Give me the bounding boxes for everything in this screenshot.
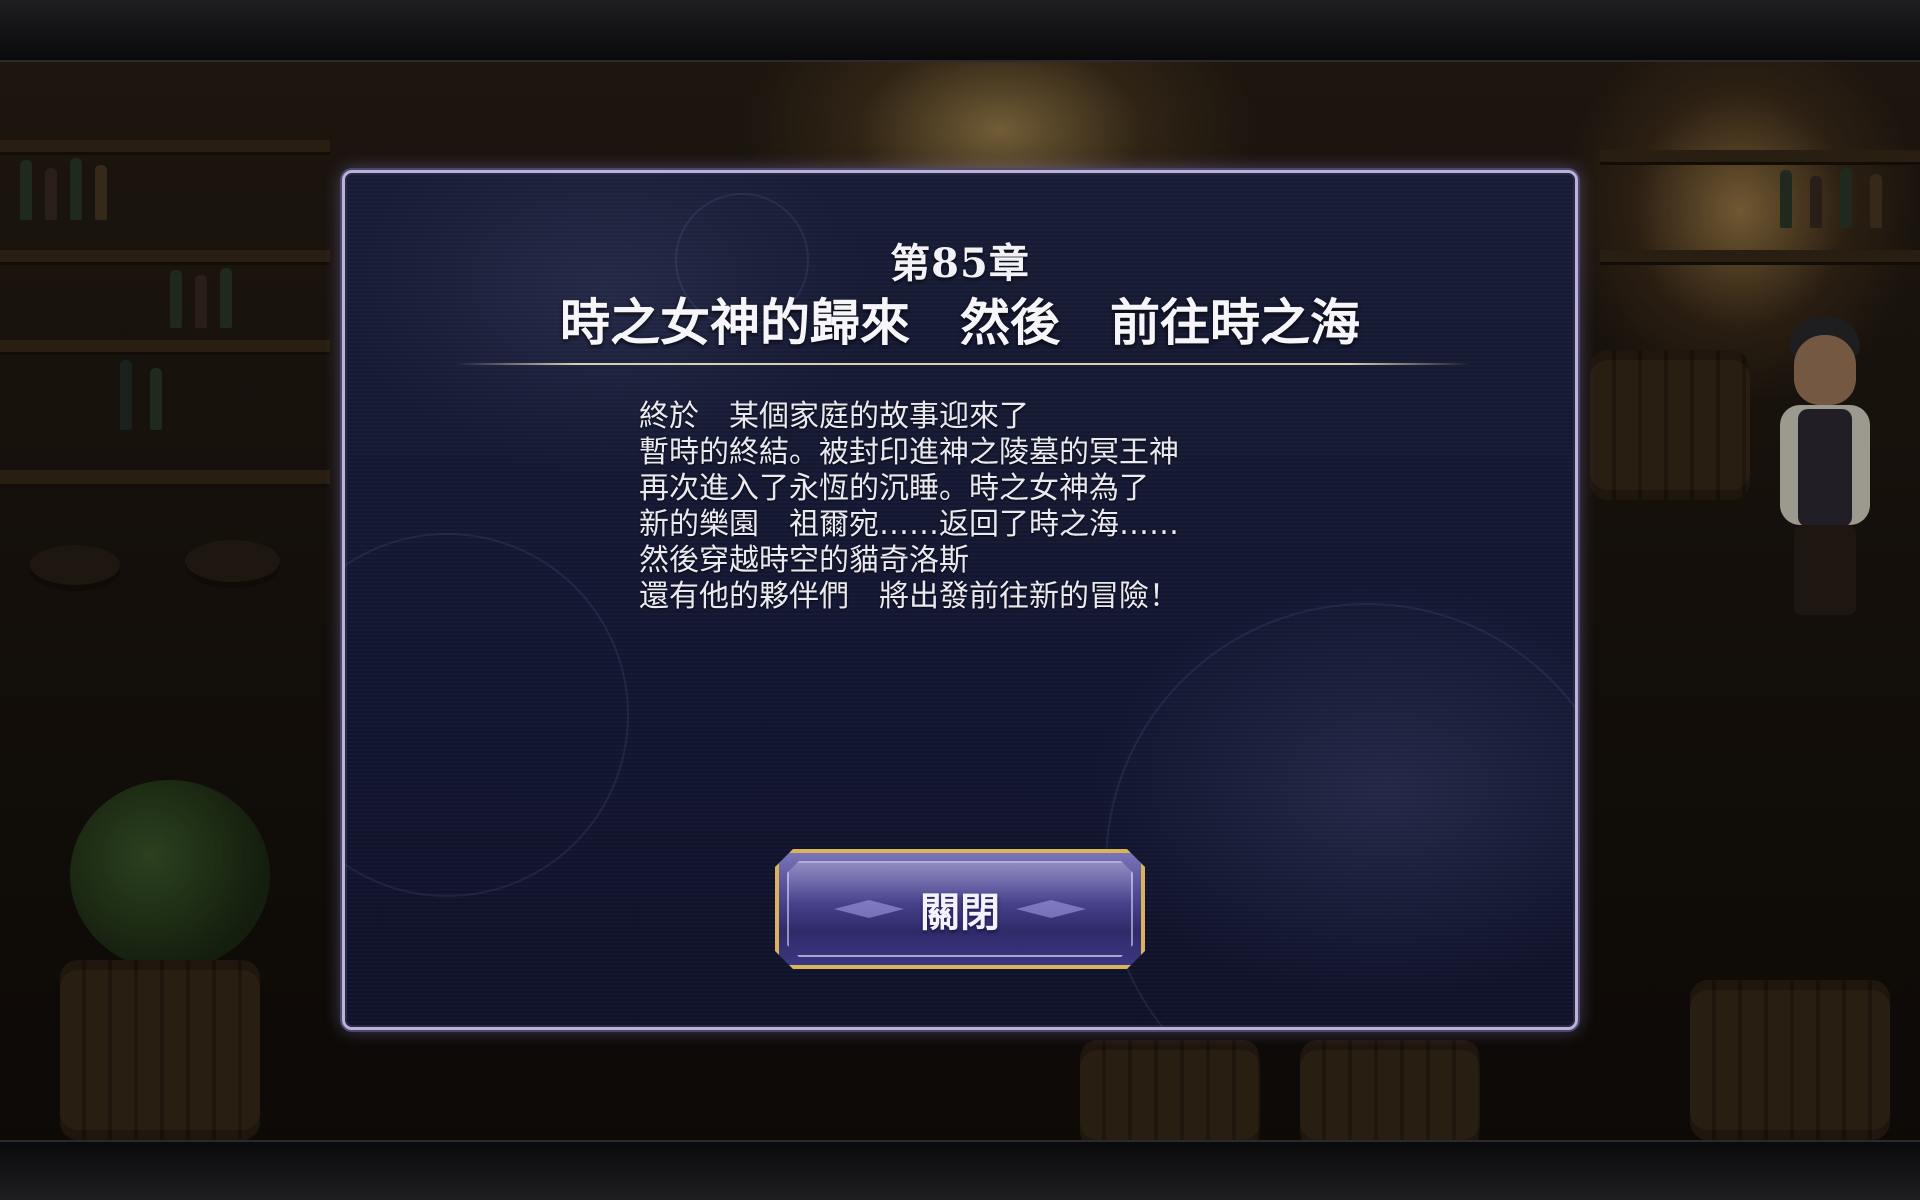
chapter-number: 第85章 [890,240,1030,287]
chapter-dialog: 第85章 時之女神的歸來 然後 前往時之海 終於 某個家庭的故事迎來了 暫時的終… [342,170,1578,1030]
close-button[interactable]: 關閉 [775,849,1145,969]
story-line: 還有他的夥伴們 將出發前往新的冒險！ [639,579,1179,614]
title-divider [455,363,1471,365]
close-button-label: 關閉 [920,889,1000,936]
decorative-ring [1105,603,1575,1027]
chapter-title: 時之女神的歸來 然後 前往時之海 [560,293,1360,352]
story-line: 再次進入了永恆的沉睡。時之女神為了 [639,471,1149,506]
story-line: 終於 某個家庭的故事迎來了 [639,399,1029,434]
story-line: 然後穿越時空的貓奇洛斯 [639,543,969,578]
story-text: 終於 某個家庭的故事迎來了 暫時的終結。被封印進神之陵墓的冥王神 再次進入了永恆… [639,399,1339,615]
story-line: 暫時的終結。被封印進神之陵墓的冥王神 [639,435,1179,470]
decorative-ring [345,533,629,897]
story-line: 新的樂園 祖爾宛……返回了時之海…… [639,507,1179,542]
